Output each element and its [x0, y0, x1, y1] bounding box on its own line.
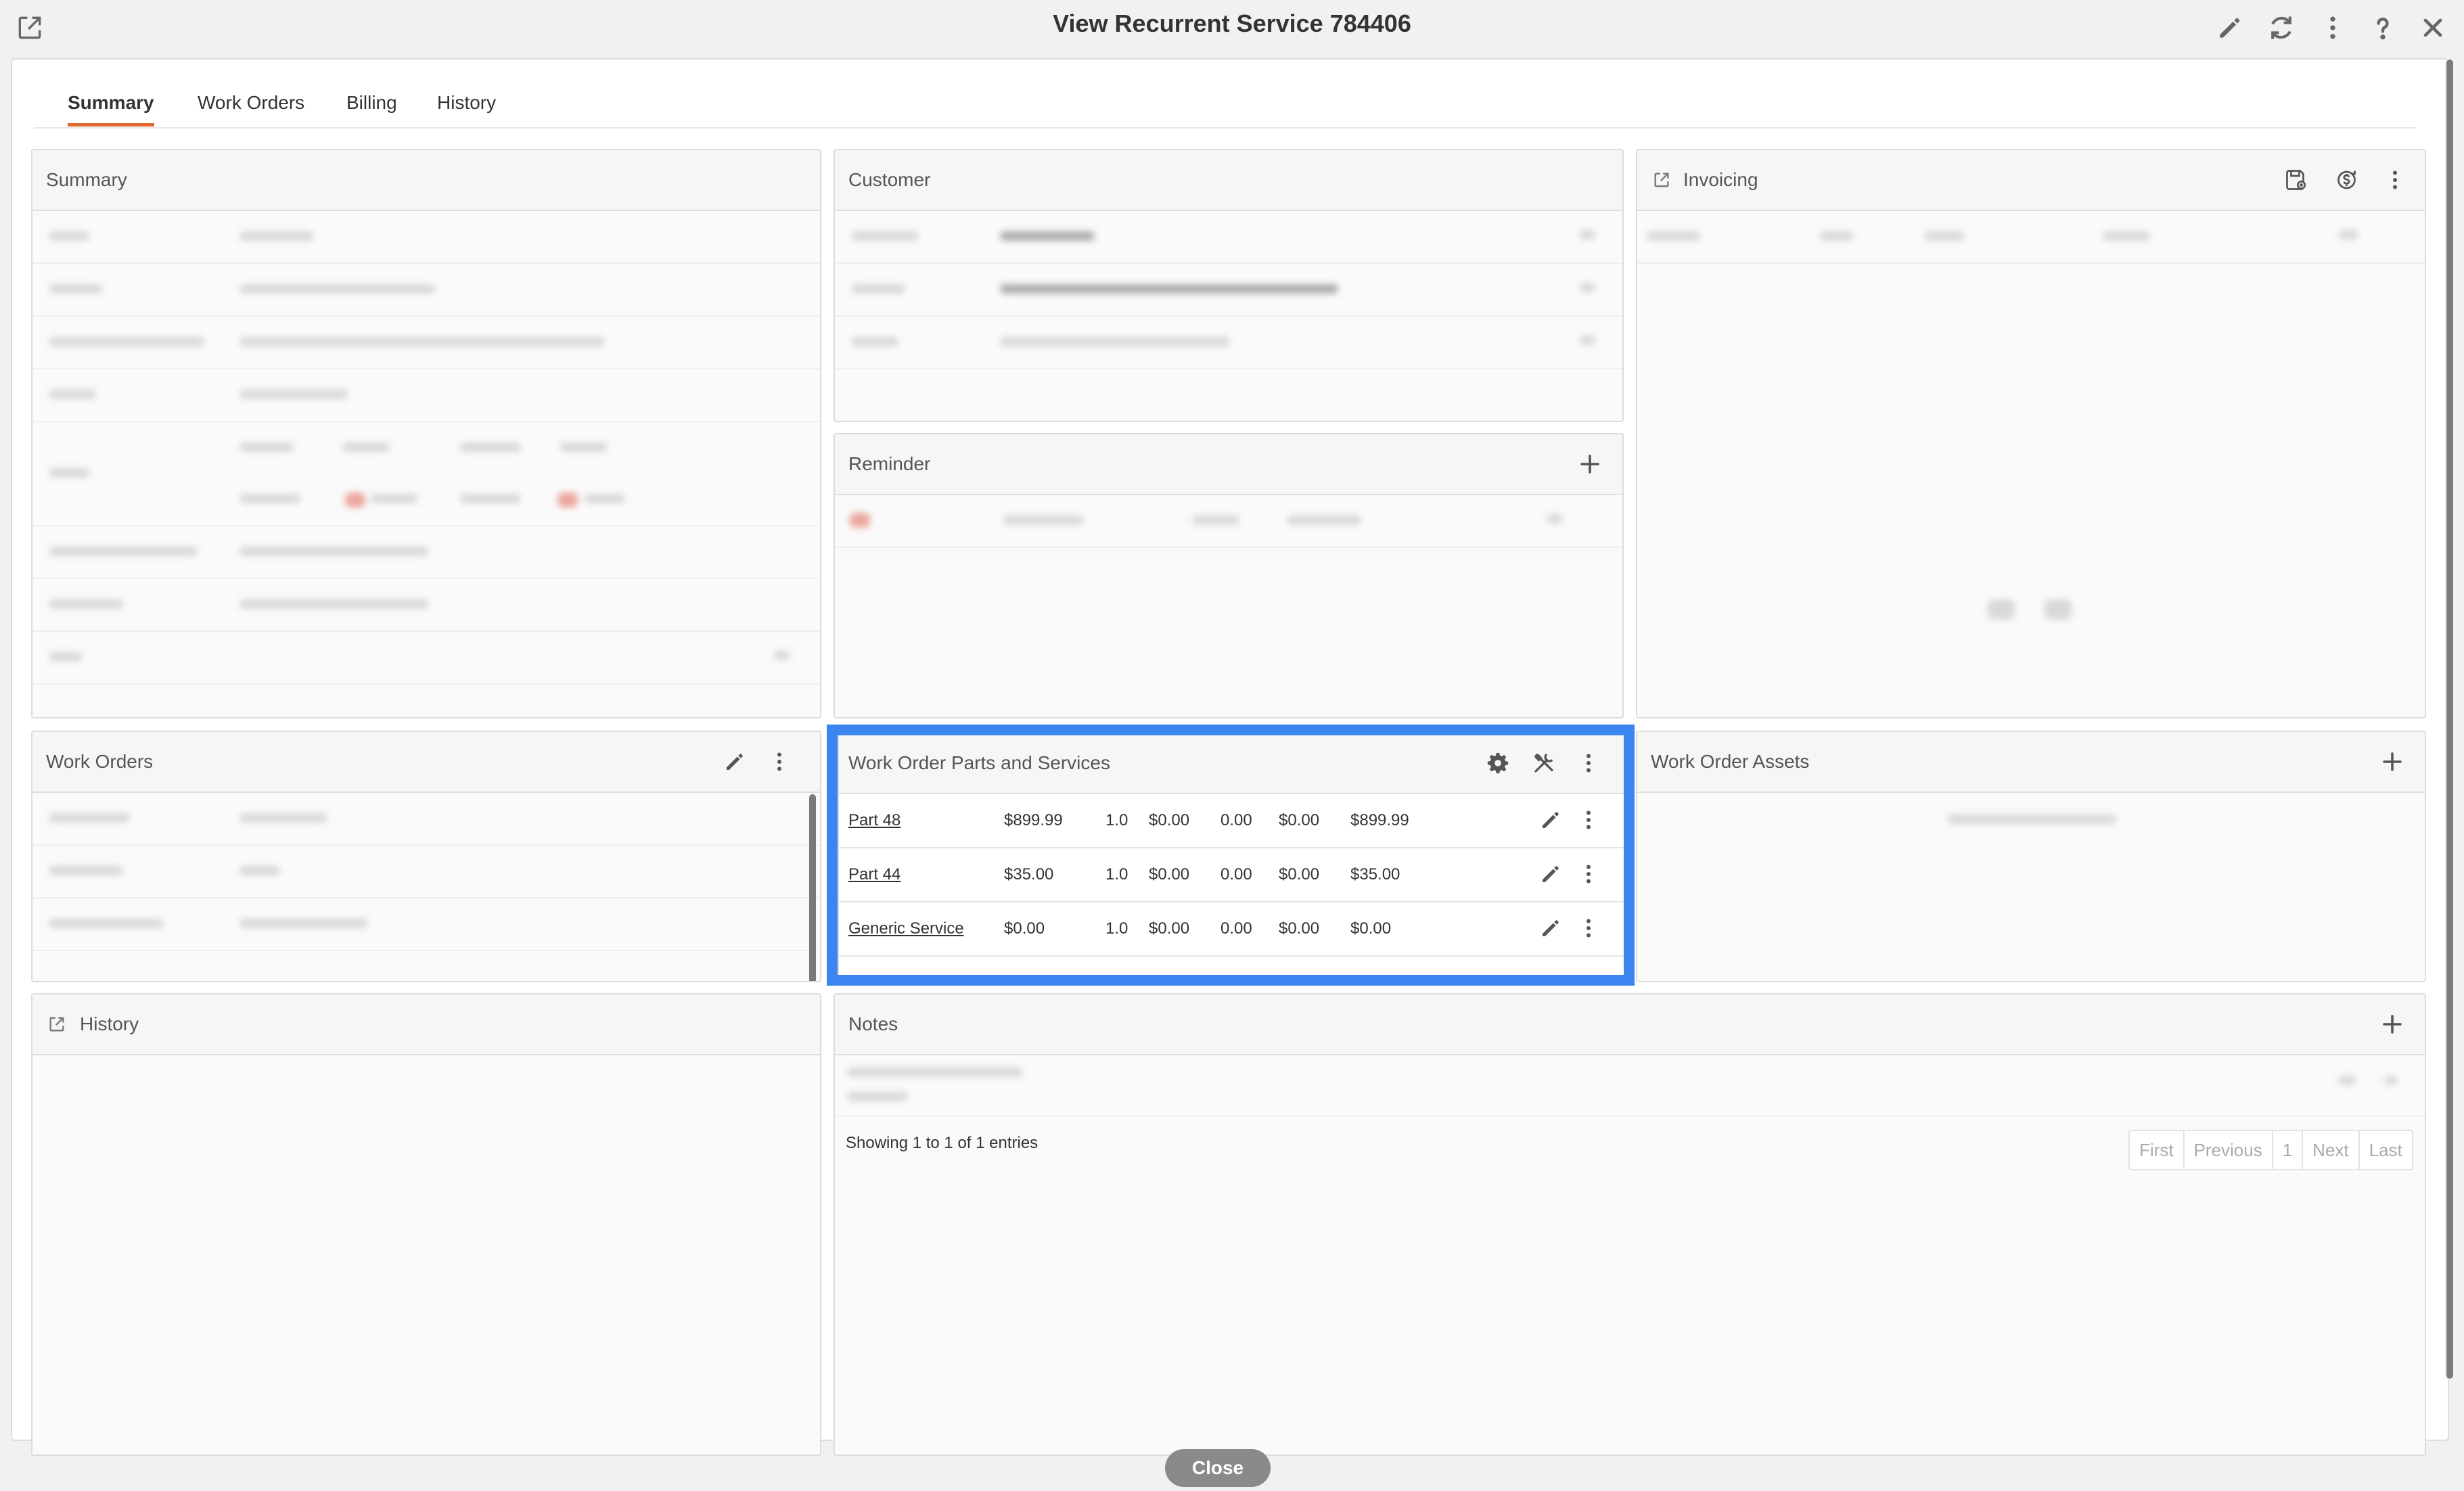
entries-info: Showing 1 to 1 of 1 entries — [846, 1134, 1039, 1152]
assets-panel-body — [1637, 793, 2425, 981]
summary-panel-title: Summary — [46, 169, 127, 190]
customer-row — [835, 317, 1622, 369]
history-panel: History — [31, 993, 821, 1456]
customer-row — [835, 264, 1622, 317]
more-vertical-icon[interactable] — [767, 750, 792, 774]
notes-panel: Notes Showing 1 to 1 of 1 entries First … — [834, 993, 2426, 1456]
summary-panel: Summary — [31, 149, 821, 718]
add-icon[interactable] — [2380, 750, 2404, 774]
more-vertical-icon[interactable] — [2318, 13, 2348, 43]
refresh-icon[interactable] — [2266, 13, 2296, 43]
reminder-row — [835, 495, 1622, 548]
reminder-panel-header: Reminder — [835, 434, 1622, 495]
notes-panel-body: Showing 1 to 1 of 1 entries First Previo… — [835, 1055, 2425, 1454]
summary-row — [32, 579, 820, 632]
pencil-icon[interactable] — [2215, 13, 2245, 43]
summary-row — [32, 632, 820, 685]
title-bar: View Recurrent Service 784406 — [0, 0, 2464, 57]
customer-row — [835, 211, 1622, 264]
more-vertical-icon[interactable] — [2383, 168, 2407, 192]
customer-panel-header: Customer — [835, 150, 1622, 211]
pager-page-1[interactable]: 1 — [2273, 1131, 2304, 1169]
summary-panel-body — [32, 211, 820, 717]
close-icon[interactable] — [2418, 13, 2448, 43]
summary-row — [32, 211, 820, 264]
pager-first[interactable]: First — [2130, 1131, 2185, 1169]
work-orders-panel-header: Work Orders — [32, 732, 820, 793]
history-panel-title: History — [80, 1013, 139, 1034]
reminder-panel-title: Reminder — [848, 453, 931, 474]
help-icon[interactable] — [2368, 13, 2398, 43]
tab-summary[interactable]: Summary — [68, 92, 154, 127]
customer-panel: Customer — [834, 149, 1624, 422]
reminder-panel: Reminder — [834, 433, 1624, 718]
invoicing-panel-title: Invoicing — [1683, 169, 1758, 190]
pagination: First Previous 1 Next Last — [2128, 1130, 2413, 1170]
tab-work-orders[interactable]: Work Orders — [198, 92, 304, 123]
work-orders-panel: Work Orders — [31, 731, 821, 982]
assets-panel-title: Work Order Assets — [1651, 751, 1810, 772]
work-order-row — [32, 793, 820, 846]
external-link-icon[interactable] — [1652, 170, 1671, 189]
work-order-row — [32, 898, 820, 951]
note-row — [835, 1055, 2425, 1116]
tab-billing[interactable]: Billing — [346, 92, 397, 123]
pager-next[interactable]: Next — [2303, 1131, 2360, 1169]
external-link-icon[interactable] — [47, 1015, 66, 1034]
save-invoice-icon[interactable] — [2284, 168, 2308, 192]
summary-row — [32, 317, 820, 369]
customer-panel-body — [835, 211, 1622, 421]
summary-row — [32, 369, 820, 422]
pager-previous[interactable]: Previous — [2185, 1131, 2273, 1169]
summary-panel-header: Summary — [32, 150, 820, 211]
dialog-title: View Recurrent Service 784406 — [1053, 9, 1411, 37]
focus-highlight-box — [827, 725, 1635, 986]
tab-bar: Summary Work Orders Billing History — [34, 87, 2415, 129]
work-orders-panel-title: Work Orders — [46, 751, 154, 772]
pager-last[interactable]: Last — [2360, 1131, 2412, 1169]
invoicing-panel-body — [1637, 211, 2425, 717]
reminder-panel-body — [835, 495, 1622, 717]
customer-panel-title: Customer — [848, 169, 931, 190]
notes-panel-title: Notes — [848, 1013, 898, 1034]
assets-panel-header: Work Order Assets — [1637, 732, 2425, 793]
work-order-row — [32, 846, 820, 898]
add-icon[interactable] — [2380, 1012, 2404, 1036]
close-button[interactable]: Close — [1165, 1449, 1271, 1487]
summary-row — [32, 264, 820, 317]
tab-history[interactable]: History — [437, 92, 496, 123]
invoicing-header-row — [1637, 211, 2425, 264]
add-icon[interactable] — [1578, 452, 1602, 476]
billing-dollar-icon[interactable] — [2335, 168, 2360, 192]
work-orders-panel-body — [32, 793, 820, 981]
invoicing-panel: Invoicing — [1636, 149, 2426, 718]
page-scrollbar-thumb[interactable] — [2446, 60, 2453, 1379]
invoicing-panel-header: Invoicing — [1637, 150, 2425, 211]
summary-row — [32, 422, 820, 526]
work-orders-scrollbar[interactable] — [809, 794, 816, 981]
summary-row — [32, 526, 820, 579]
notes-panel-header: Notes — [835, 994, 2425, 1055]
pencil-icon[interactable] — [723, 750, 747, 774]
history-panel-header: History — [32, 994, 820, 1055]
assets-panel: Work Order Assets — [1636, 731, 2426, 982]
